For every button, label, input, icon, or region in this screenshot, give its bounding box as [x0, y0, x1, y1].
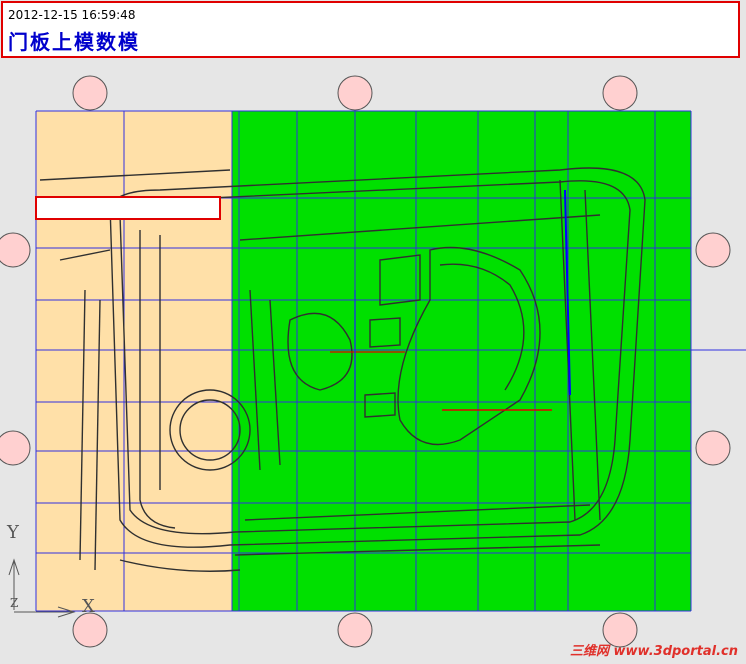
header-box: 2012-12-15 16:59:48 门板上模数模	[1, 1, 740, 58]
locator-circle	[337, 612, 373, 648]
timestamp: 2012-12-15 16:59:48	[8, 8, 136, 22]
cad-drawing	[0, 75, 746, 648]
beige-region	[36, 111, 232, 611]
axis-y-label: Y	[7, 522, 19, 543]
axis-z-label: Z	[10, 596, 19, 610]
cad-viewport[interactable]	[0, 60, 746, 664]
locator-circle	[695, 430, 731, 466]
locator-circle	[0, 232, 31, 268]
page-title: 门板上模数模	[8, 30, 140, 54]
locator-circle	[72, 75, 108, 111]
locator-circle	[602, 75, 638, 111]
locator-circle	[337, 75, 373, 111]
locator-circle	[72, 612, 108, 648]
label-box	[35, 196, 221, 220]
locator-circle	[695, 232, 731, 268]
axis-x-label: X	[82, 596, 95, 617]
watermark: 三维网 www.3dportal.cn	[569, 644, 738, 659]
locator-circle	[0, 430, 31, 466]
